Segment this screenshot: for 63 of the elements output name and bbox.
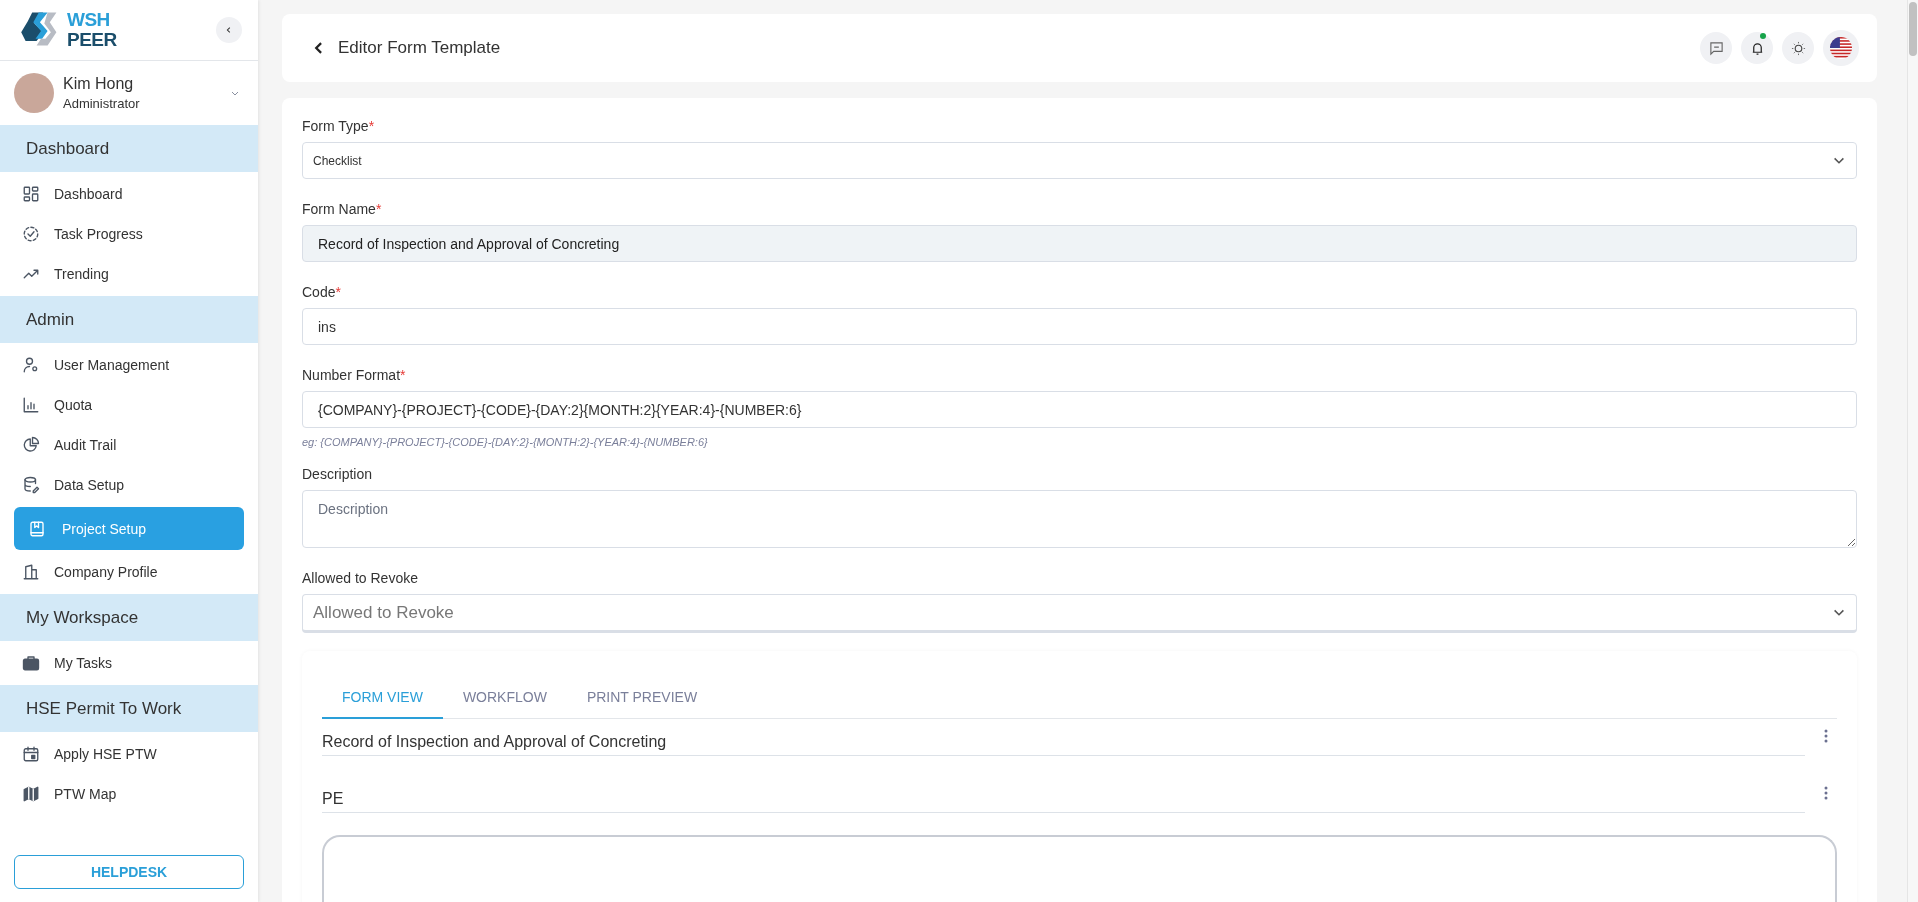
form-row-title: PE (322, 784, 1805, 813)
dashed-circle-check-icon (22, 225, 40, 243)
more-vertical-icon (1823, 728, 1829, 744)
form-row-title: Record of Inspection and Approval of Concreting (322, 727, 1805, 756)
theme-button[interactable] (1782, 32, 1814, 64)
user-role: Administrator (63, 96, 141, 111)
select-field[interactable]: Checklist (302, 142, 1857, 179)
input-field[interactable]: {COMPANY}-{PROJECT}-{CODE}-{DAY:2}{MONTH:2}{YEAR:4}-{NUMBER:6} (302, 391, 1857, 428)
building-icon (22, 563, 40, 581)
sun-icon (1790, 40, 1806, 56)
scrollbar[interactable] (1907, 0, 1918, 902)
input-field[interactable]: ins (302, 308, 1857, 345)
field-hint: eg: {COMPANY}-{PROJECT}-{CODE}-{DAY:2}-{MONTH:2}-{YEAR:4}-{NUMBER:6} (302, 436, 708, 448)
user-gear-icon (22, 356, 40, 374)
sidebar-item[interactable]: PTW Map (0, 774, 258, 814)
more-vertical-icon (1823, 785, 1829, 801)
multi-select-field[interactable]: Allowed to Revoke (302, 594, 1857, 633)
textarea-field[interactable]: Description (302, 490, 1857, 548)
chevron-left-icon (225, 26, 233, 34)
user-name: Kim Hong (63, 75, 135, 93)
sidebar-item[interactable]: Dashboard (0, 174, 258, 214)
sidebar-item[interactable]: Trending (0, 254, 258, 294)
scrollbar-thumb[interactable] (1909, 2, 1917, 56)
avatar (14, 73, 54, 113)
flag-icon (1830, 37, 1852, 59)
tab[interactable]: WORKFLOW (442, 679, 567, 719)
pie-chart-icon (22, 436, 40, 454)
calendar-icon (22, 745, 40, 763)
notification-button[interactable] (1741, 32, 1773, 64)
more-button[interactable] (1823, 785, 1829, 801)
logo-text: PEER (67, 30, 117, 50)
field-label: Form Name* (302, 201, 382, 217)
section-header: Admin (0, 296, 258, 343)
sidebar-item[interactable]: Apply HSE PTW (0, 734, 258, 774)
field-label: Description (302, 466, 373, 482)
bar-chart-icon (22, 396, 40, 414)
sidebar-item[interactable]: Quota (0, 385, 258, 425)
section-header: HSE Permit To Work (0, 685, 258, 732)
input-field[interactable]: Record of Inspection and Approval of Concreting (302, 225, 1857, 262)
more-button[interactable] (1823, 728, 1829, 744)
sidebar-item[interactable]: Task Progress (0, 214, 258, 254)
sidebar-item[interactable]: My Tasks (0, 643, 258, 683)
field-label: Allowed to Revoke (302, 570, 418, 586)
field-label: Form Type* (302, 118, 375, 134)
grid-icon (22, 185, 40, 203)
page-title: Editor Form Template (338, 38, 502, 58)
logo-text: WSH (67, 10, 111, 30)
database-icon (22, 476, 40, 494)
section-header: Dashboard (0, 125, 258, 172)
book-icon (28, 519, 46, 538)
chat-button[interactable] (1700, 32, 1732, 64)
field-label: Number Format* (302, 367, 406, 383)
briefcase-icon (22, 654, 40, 672)
section-header: My Workspace (0, 594, 258, 641)
map-icon (22, 785, 40, 803)
sidebar-item[interactable]: Data Setup (0, 465, 258, 505)
sidebar-item[interactable]: Company Profile (0, 552, 258, 592)
language-button[interactable] (1823, 30, 1859, 66)
tab[interactable]: PRINT PREVIEW (566, 679, 718, 719)
field-label: Code* (302, 284, 341, 300)
chat-icon (1708, 40, 1724, 56)
sidebar-item[interactable]: User Management (0, 345, 258, 385)
sidebar-item[interactable]: Audit Trail (0, 425, 258, 465)
